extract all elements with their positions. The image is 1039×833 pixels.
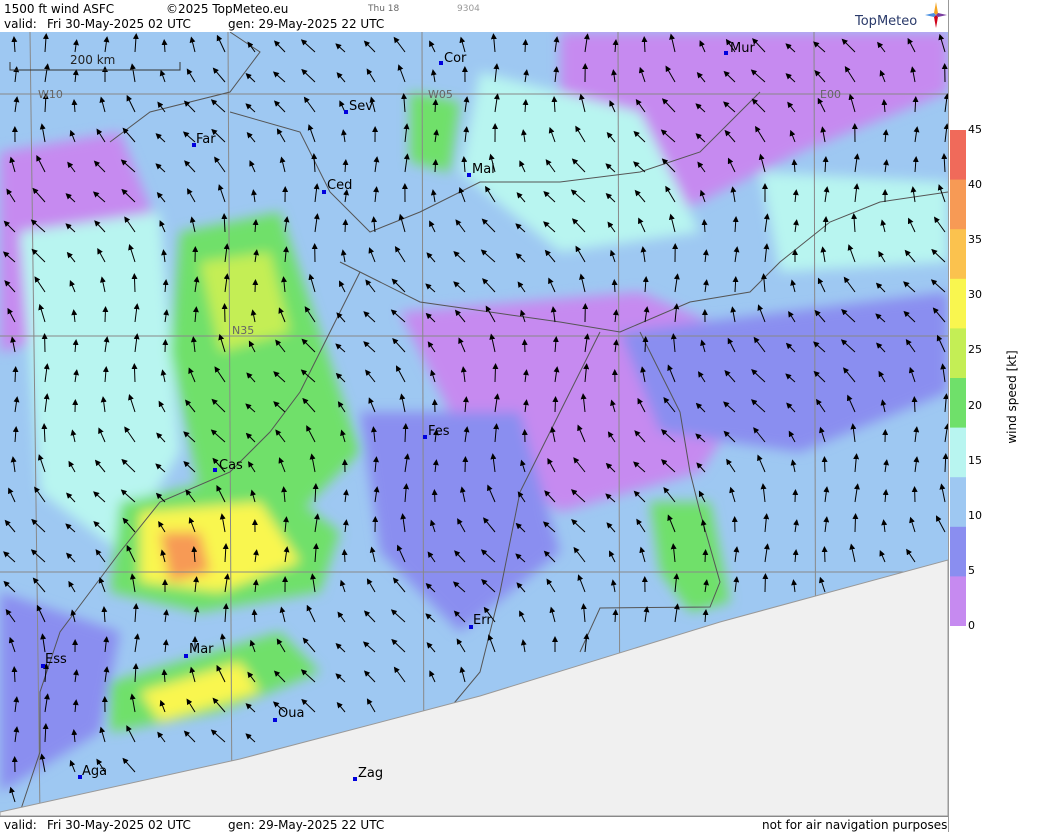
wind-arrow <box>164 42 165 52</box>
wind-arrow <box>525 102 526 112</box>
footer-valid-label: valid: <box>4 818 37 832</box>
disclaimer: not for air navigation purposes <box>762 818 947 832</box>
city-sev: Sev <box>349 99 373 114</box>
colorbar-tick-label: 45 <box>968 123 982 136</box>
colorbar-tick-label: 25 <box>968 343 982 356</box>
colorbar-band <box>950 279 966 329</box>
wind-arrow <box>345 222 346 232</box>
city-cas: Cas <box>219 458 243 473</box>
compass-logo-icon <box>925 2 947 28</box>
wind-arrow <box>735 279 736 292</box>
valid-label: valid: <box>4 17 37 31</box>
colorbar-tick-label: 5 <box>968 564 975 577</box>
colorbar-band <box>950 180 966 230</box>
city-ced: Ced <box>327 178 352 193</box>
wind-arrow <box>405 426 406 442</box>
footer-generated-time: gen: 29-May-2025 22 UTC <box>228 818 384 832</box>
wind-arrow <box>614 282 615 292</box>
colorbar-band <box>950 378 966 428</box>
wind-arrow <box>644 39 645 52</box>
copyright: ©2025 TopMeteo.eu <box>166 2 288 16</box>
colorbar-tick-label: 20 <box>968 399 982 412</box>
colorbar-tick-label: 10 <box>968 509 982 522</box>
city-oua: Oua <box>278 706 304 721</box>
footer-bar: valid: Fri 30-May-2025 02 UTC gen: 29-Ma… <box>0 816 948 833</box>
city-mar: Mar <box>189 642 214 657</box>
colorbar-band <box>950 328 966 378</box>
product-title: 1500 ft wind ASFC <box>4 2 114 16</box>
wind-arrow <box>825 459 826 472</box>
wind-arrow <box>914 399 915 412</box>
colorbar-band <box>950 229 966 279</box>
wind-arrow <box>134 276 135 292</box>
footer-valid-time: Fri 30-May-2025 02 UTC <box>47 818 191 832</box>
wind-arrow <box>825 549 826 562</box>
generated-time: gen: 29-May-2025 22 UTC <box>228 17 384 31</box>
colorbar-tick-label: 0 <box>968 619 975 632</box>
city-far: Far <box>196 132 216 147</box>
header-bar: 1500 ft wind ASFC ©2025 TopMeteo.eu Thu … <box>0 0 948 32</box>
wind-arrow <box>945 456 946 472</box>
legend-title: wind speed [kt] <box>1005 337 1019 457</box>
colorbar-band <box>950 428 966 478</box>
city-ess: Ess <box>45 652 67 667</box>
wind-arrow <box>435 492 436 502</box>
wind-arrow <box>555 399 556 412</box>
colorbar-tick-label: 40 <box>968 178 982 191</box>
wind-arrow <box>254 612 255 622</box>
valid-time: Fri 30-May-2025 02 UTC <box>47 17 191 31</box>
city-fes: Fes <box>428 424 450 439</box>
colorbar-tick-label: 30 <box>968 288 982 301</box>
wind-arrow <box>435 102 436 112</box>
scale-label: 200 km <box>70 53 115 67</box>
city-err: Err <box>473 613 492 628</box>
wind-arrow <box>15 369 16 382</box>
wind-arrow <box>704 222 705 232</box>
wind-arrow <box>915 99 916 112</box>
wind-arrow <box>705 552 706 562</box>
colorbar-band <box>950 477 966 527</box>
wind-map: 200 km W10 W05 E00 N35 Cor Mur Sev Far M… <box>0 32 948 816</box>
colorbar-band <box>950 527 966 577</box>
wind-arrow <box>14 669 15 682</box>
city-zag: Zag <box>358 766 383 781</box>
grid-label-n35: N35 <box>232 324 254 337</box>
wind-arrow <box>615 612 616 622</box>
colorbar-band <box>950 130 966 180</box>
colorbar-tick-label: 35 <box>968 233 982 246</box>
wind-arrow <box>345 162 346 172</box>
wind-arrow <box>344 552 345 562</box>
city-aga: Aga <box>82 764 107 779</box>
city-mal: Mal <box>472 162 495 177</box>
grid-label-e00: E00 <box>820 88 841 101</box>
wind-arrow <box>435 162 436 172</box>
colorbar-tick-label: 15 <box>968 454 982 467</box>
wind-arrow <box>525 42 526 52</box>
brand-name: TopMeteo <box>855 14 917 29</box>
wind-arrow <box>134 366 135 382</box>
grid-label-w05: W05 <box>428 88 453 101</box>
city-mur: Mur <box>730 41 755 56</box>
colorbar-band <box>950 576 966 626</box>
small-code: 9304 <box>457 4 480 14</box>
wind-arrow <box>105 309 106 322</box>
wind-arrow <box>495 366 496 382</box>
wind-arrow <box>855 516 856 532</box>
wind-arrow <box>645 339 646 352</box>
grid-label-w10: W10 <box>38 88 63 101</box>
small-day: Thu 18 <box>368 4 399 14</box>
city-cor: Cor <box>444 51 467 66</box>
wind-speed-colorbar <box>950 130 966 626</box>
